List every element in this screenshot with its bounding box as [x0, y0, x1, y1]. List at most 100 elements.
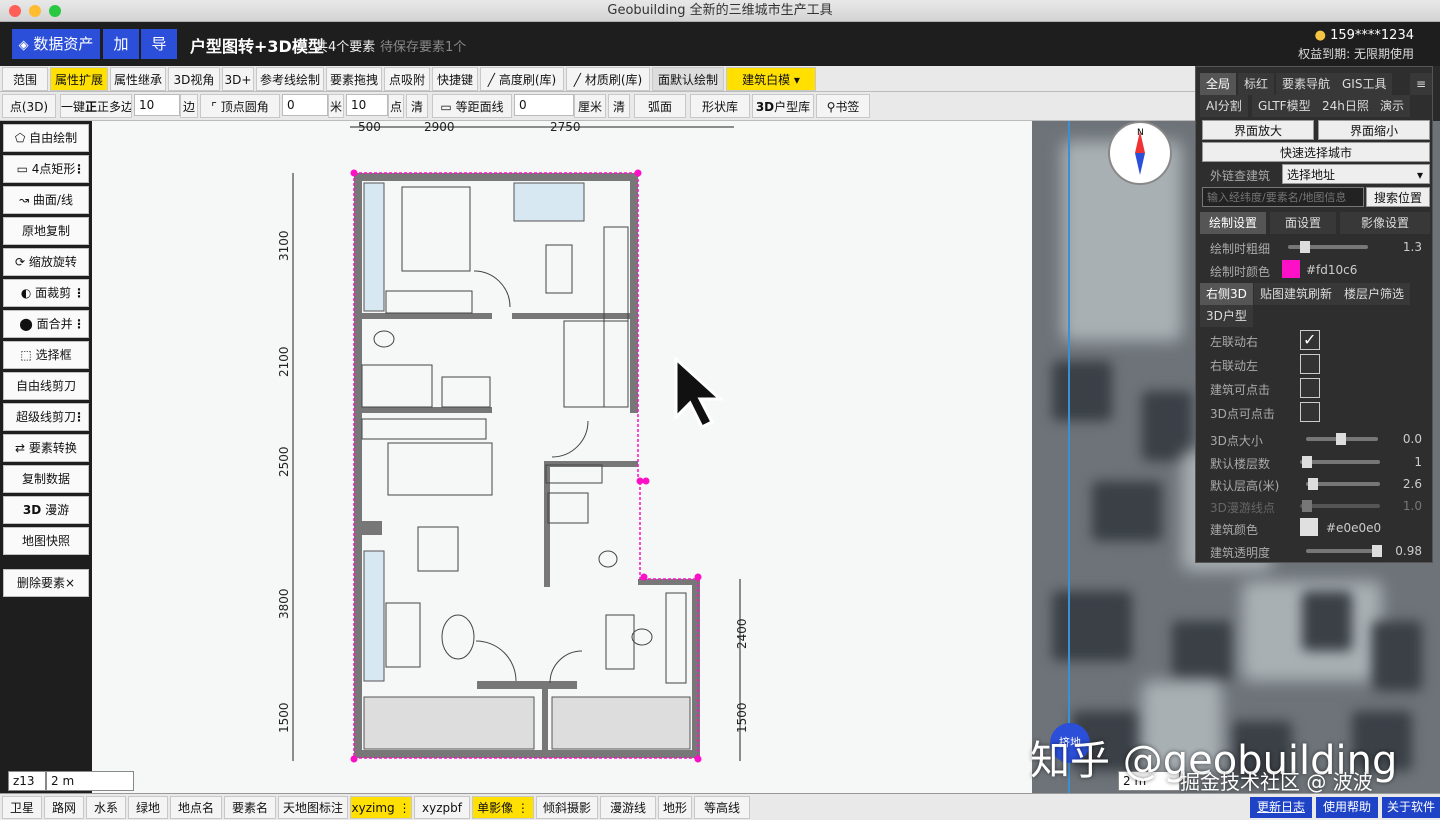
more-options-icon[interactable]: ⋮ — [395, 801, 410, 815]
tab-3d-house[interactable]: 3D户型 — [1200, 305, 1253, 327]
point-3d-button[interactable]: 点(3D) — [2, 94, 56, 118]
tab-feature-nav[interactable]: 要素导航 — [1276, 73, 1337, 95]
footer-link-1[interactable]: 使用帮助 — [1316, 797, 1378, 818]
layer-btn-6[interactable]: 天地图标注 — [278, 796, 348, 819]
toolbar-btn-2[interactable]: 属性继承 — [110, 67, 166, 91]
tool-3[interactable]: 原地复制 — [3, 217, 89, 245]
roam-points-slider[interactable] — [1300, 500, 1380, 512]
quick-city-button[interactable]: 快速选择城市 — [1202, 142, 1430, 162]
tool-6[interactable]: ⬤ 面合并 ⋮ — [3, 310, 89, 338]
toolbar-btn-0[interactable]: 范围 — [2, 67, 48, 91]
tool-4[interactable]: ⟳ 缩放旋转 — [3, 248, 89, 276]
building-color-swatch[interactable] — [1300, 518, 1318, 536]
tool-8[interactable]: 自由线剪刀 — [3, 372, 89, 400]
tool-0[interactable]: ⬠ 自由绘制 — [3, 124, 89, 152]
tab-image-settings[interactable]: 影像设置 — [1340, 212, 1430, 234]
tab-mark-red[interactable]: 标红 — [1238, 73, 1275, 95]
floors-slider[interactable] — [1300, 456, 1380, 468]
equal-distance-line-button[interactable]: ▭ 等距面线 — [432, 94, 512, 118]
tool-7[interactable]: ⬚ 选择框 — [3, 341, 89, 369]
option-checkbox-2[interactable] — [1300, 378, 1320, 398]
toolbar-btn-12[interactable]: 建筑白模 ▾ — [726, 67, 816, 91]
panel-menu-icon[interactable]: ≡ — [1410, 73, 1433, 95]
tab-sunlight[interactable]: 24h日照 — [1316, 95, 1375, 117]
equal-distance-input[interactable]: 0 — [514, 94, 574, 116]
tab-right-3d[interactable]: 右侧3D — [1200, 283, 1253, 305]
tab-demo[interactable]: 演示 — [1374, 95, 1411, 117]
tool-13[interactable]: 地图快照 — [3, 527, 89, 555]
layer-btn-10[interactable]: 倾斜摄影 ⋮ — [536, 796, 598, 819]
add-button[interactable]: 加 — [103, 29, 139, 59]
layer-btn-7[interactable]: xyzimg ⋮ — [350, 796, 412, 819]
tab-ai-seg[interactable]: AI分割 — [1200, 95, 1248, 117]
toolbar-btn-3[interactable]: 3D视角 — [168, 67, 220, 91]
layer-btn-8[interactable]: xyzpbf ⋮ — [414, 796, 470, 819]
toolbar-btn-10[interactable]: ╱ 材质刷(库) — [566, 67, 650, 91]
layer-btn-12[interactable]: 地形 — [658, 796, 692, 819]
option-checkbox-3[interactable] — [1300, 402, 1320, 422]
tab-gltf[interactable]: GLTF模型 — [1252, 95, 1317, 117]
layer-btn-5[interactable]: 要素名 — [224, 796, 276, 819]
search-location-button[interactable]: 搜索位置 — [1366, 187, 1430, 207]
toolbar-btn-8[interactable]: 快捷键 — [432, 67, 478, 91]
more-options-icon[interactable]: ⋮ — [513, 801, 529, 815]
bookmark-button[interactable]: ⚲书签 — [816, 94, 870, 118]
toolbar-btn-7[interactable]: 点吸附 — [384, 67, 430, 91]
close-window-icon[interactable] — [9, 5, 21, 17]
tool-5[interactable]: ◐ 面裁剪 ⋮ — [3, 279, 89, 307]
tool-2[interactable]: ↝ 曲面/线 — [3, 186, 89, 214]
option-checkbox-1[interactable] — [1300, 354, 1320, 374]
corner-radius-input[interactable]: 0 — [282, 94, 328, 116]
zoom-in-ui-button[interactable]: 界面放大 — [1202, 120, 1314, 140]
layer-btn-13[interactable]: 等高线 — [694, 796, 750, 819]
data-assets-button[interactable]: ◈ 数据资产 — [12, 29, 100, 59]
address-select[interactable]: 选择地址 ▾ — [1282, 164, 1430, 184]
minimize-window-icon[interactable] — [29, 5, 41, 17]
opacity-slider[interactable] — [1306, 545, 1382, 557]
house-library-button[interactable]: 3D户型库 — [752, 94, 814, 118]
user-info[interactable]: ● 159****1234 权益到期: 无限期使用 — [1298, 28, 1414, 62]
toolbar-btn-11[interactable]: 面默认绘制 — [652, 67, 724, 91]
tool-11[interactable]: 复制数据 — [3, 465, 89, 493]
footer-link-2[interactable]: 关于软件 — [1382, 797, 1440, 818]
tab-global[interactable]: 全局 — [1200, 73, 1237, 95]
zoom-out-ui-button[interactable]: 界面缩小 — [1318, 120, 1430, 140]
clear-button-1[interactable]: 清 — [406, 94, 428, 118]
layer-btn-2[interactable]: 水系 — [86, 796, 126, 819]
stroke-width-slider[interactable] — [1288, 241, 1368, 253]
option-checkbox-0[interactable]: ✓ — [1300, 330, 1320, 350]
floor-height-slider[interactable] — [1306, 478, 1380, 490]
toolbar-btn-5[interactable]: 参考线绘制 — [256, 67, 324, 91]
layer-btn-9[interactable]: 单影像 ⋮ — [472, 796, 534, 819]
layer-btn-3[interactable]: 绿地 — [128, 796, 168, 819]
export-button[interactable]: 导 — [141, 29, 177, 59]
tool-9[interactable]: 超级线剪刀 ⋮ — [3, 403, 89, 431]
more-options-icon[interactable]: ⋮ — [73, 280, 85, 306]
footer-link-0[interactable]: 更新日志 — [1250, 797, 1312, 818]
tool-12[interactable]: 3D 漫游 — [3, 496, 89, 524]
point-size-slider[interactable] — [1306, 433, 1378, 445]
point-count-input[interactable]: 10 — [346, 94, 388, 116]
tab-floor-filter[interactable]: 楼层户筛选 — [1338, 283, 1411, 305]
draw-color-swatch[interactable] — [1282, 260, 1300, 278]
more-options-icon[interactable]: ⋮ — [73, 156, 85, 182]
arc-surface-button[interactable]: 弧面 — [634, 94, 686, 118]
layer-btn-11[interactable]: 漫游线 — [600, 796, 656, 819]
tab-draw-settings[interactable]: 绘制设置 — [1200, 212, 1266, 234]
layer-btn-1[interactable]: 路网 — [44, 796, 84, 819]
tool-10[interactable]: ⇄ 要素转换 — [3, 434, 89, 462]
shape-library-button[interactable]: 形状库 — [690, 94, 750, 118]
compass-widget[interactable]: N — [1108, 121, 1172, 185]
toolbar-btn-1[interactable]: 属性扩展 — [50, 67, 108, 91]
search-location-input[interactable] — [1202, 187, 1364, 207]
maximize-window-icon[interactable] — [49, 5, 61, 17]
tab-texture-refresh[interactable]: 贴图建筑刷新 — [1254, 283, 1339, 305]
more-options-icon[interactable]: ⋮ — [73, 404, 85, 430]
regular-polygon-button[interactable]: 一键正正多边 — [60, 94, 132, 118]
clear-button-2[interactable]: 清 — [608, 94, 630, 118]
tab-gis-tools[interactable]: GIS工具 — [1336, 73, 1393, 95]
tab-face-settings[interactable]: 面设置 — [1270, 212, 1336, 234]
vertex-round-button[interactable]: ⌜ 顶点圆角 — [200, 94, 280, 118]
tool-14[interactable]: 删除要素× — [3, 569, 89, 597]
toolbar-btn-6[interactable]: 要素拖拽 — [326, 67, 382, 91]
